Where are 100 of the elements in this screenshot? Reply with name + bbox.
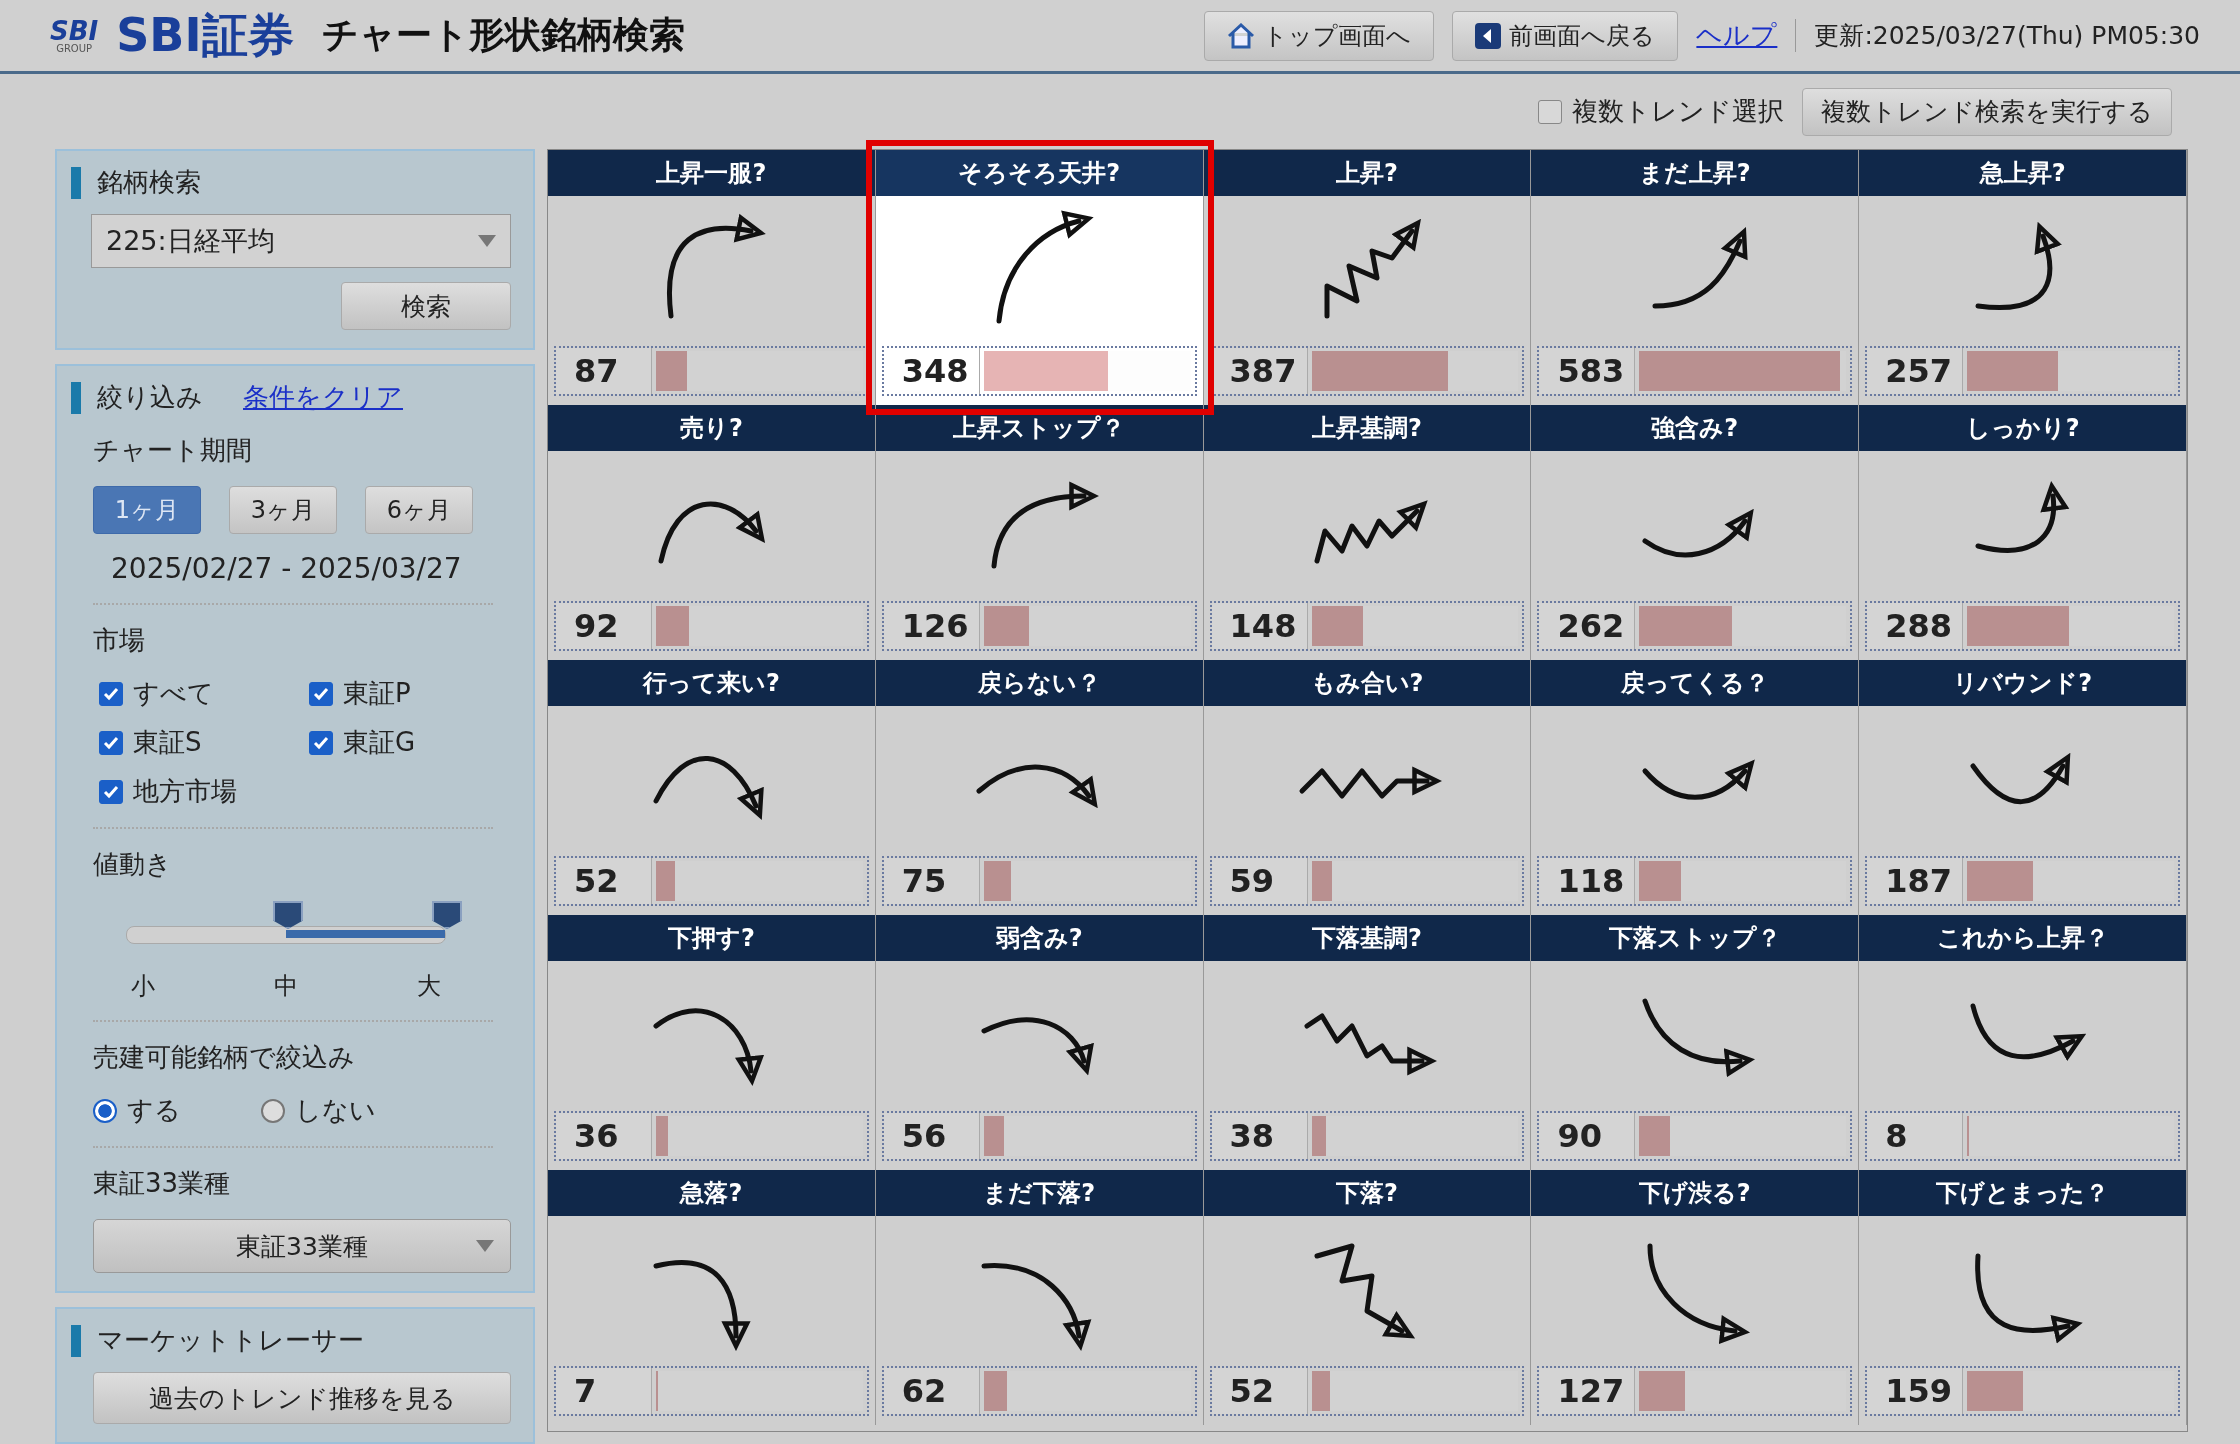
match-count: 262: [1539, 603, 1636, 649]
checkbox[interactable]: [99, 681, 123, 706]
match-count: 90: [1539, 1113, 1636, 1159]
dropdown-caret-icon: [476, 1240, 494, 1252]
pattern-card[interactable]: これから上昇？ 8: [1859, 915, 2187, 1170]
match-count: 59: [1211, 858, 1308, 904]
pattern-title: 上昇ストップ？: [875, 405, 1203, 451]
pattern-card[interactable]: 上昇? 387: [1203, 150, 1532, 405]
heading-marker-icon: [71, 166, 81, 199]
checkbox[interactable]: [309, 730, 333, 755]
pattern-card[interactable]: 売り? 92: [548, 405, 876, 660]
trend-arrow-icon: [1970, 1003, 2084, 1060]
date-range: 2025/02/27 - 2025/03/27: [111, 552, 463, 585]
pattern-title: 弱含み?: [875, 915, 1203, 961]
updated-time: 更新:2025/03/27(Thu) PM05:30: [1795, 19, 2200, 53]
pattern-card[interactable]: 行って来い? 52: [548, 660, 876, 915]
pattern-card[interactable]: 下落基調? 38: [1203, 915, 1532, 1170]
pattern-card[interactable]: 強含み? 262: [1531, 405, 1860, 660]
match-count: 583: [1539, 348, 1636, 394]
section-label: 値動き: [93, 848, 173, 881]
pattern-card[interactable]: 上昇基調? 148: [1203, 405, 1532, 660]
pattern-title: 戻ってくる？: [1531, 660, 1859, 706]
radio-button[interactable]: [93, 1098, 117, 1123]
pattern-title: 下落基調?: [1203, 915, 1531, 961]
stock-select[interactable]: 225:日経平均: [91, 214, 511, 268]
pattern-card[interactable]: リバウンド? 187: [1859, 660, 2187, 915]
checkmark-icon: [313, 735, 329, 750]
trend-arrow-icon: [991, 483, 1097, 569]
match-count: 257: [1867, 348, 1964, 394]
panel-title: 絞り込み: [97, 381, 203, 414]
slider-handle[interactable]: [432, 901, 462, 929]
match-count: 56: [883, 1113, 980, 1159]
pattern-title: 下押す?: [548, 915, 875, 961]
period-tab[interactable]: 3ヶ月: [229, 486, 337, 534]
search-button[interactable]: 検索: [341, 282, 511, 330]
trend-history-button[interactable]: 過去のトレンド推移を見る: [93, 1372, 511, 1424]
run-search-button[interactable]: 複数トレンド検索を実行する: [1802, 87, 2172, 136]
pattern-title: 戻らない？: [875, 660, 1203, 706]
period-tab[interactable]: 6ヶ月: [365, 486, 473, 534]
panel-title: 銘柄検索: [97, 166, 201, 199]
slider-tick-label: 小: [130, 971, 156, 1002]
trend-arrow-icon: [981, 1263, 1090, 1349]
pattern-card[interactable]: しっかり? 288: [1859, 405, 2187, 660]
trend-arrow-icon: [667, 215, 764, 319]
match-count: 126: [883, 603, 980, 649]
home-button[interactable]: トップ画面へ: [1204, 10, 1435, 61]
match-count: 36: [556, 1113, 652, 1159]
pattern-card[interactable]: まだ下落? 62: [875, 1170, 1204, 1425]
pattern-card[interactable]: 下げとまった？ 159: [1859, 1170, 2187, 1425]
panel-title: マーケットトレーサー: [97, 1324, 364, 1357]
pattern-card[interactable]: 下押す? 36: [548, 915, 876, 1170]
section-label: 東証33業種: [93, 1167, 232, 1200]
pattern-title: リバウンド?: [1859, 660, 2186, 706]
pattern-card[interactable]: 急上昇? 257: [1859, 150, 2187, 405]
radio-button[interactable]: [261, 1098, 285, 1123]
checkbox[interactable]: [1538, 99, 1562, 124]
match-count: 118: [1539, 858, 1636, 904]
pattern-title: 下落?: [1203, 1170, 1531, 1216]
trend-arrow-icon: [981, 1017, 1093, 1073]
checkbox[interactable]: [99, 730, 123, 755]
pattern-card[interactable]: 戻ってくる？ 118: [1531, 660, 1860, 915]
back-button[interactable]: 前画面へ戻る: [1452, 10, 1679, 61]
pattern-title: もみ合い?: [1203, 660, 1531, 706]
match-count: 87: [556, 348, 652, 394]
slider-handle[interactable]: [273, 901, 303, 929]
checkbox[interactable]: [309, 681, 333, 706]
pattern-card[interactable]: 下落? 52: [1203, 1170, 1532, 1425]
sector-select[interactable]: 東証33業種: [93, 1219, 511, 1273]
pattern-card[interactable]: 戻らない？ 75: [875, 660, 1204, 915]
pattern-card[interactable]: 下げ渋る? 127: [1531, 1170, 1860, 1425]
match-count: 7: [556, 1368, 652, 1414]
match-count: 75: [883, 858, 980, 904]
trend-arrow-icon: [976, 764, 1098, 806]
help-link[interactable]: ヘルプ: [1696, 18, 1778, 54]
trend-arrow-icon: [1647, 1243, 1747, 1343]
pattern-card[interactable]: 上昇一服? 87: [548, 150, 876, 405]
pattern-card[interactable]: まだ上昇? 583: [1531, 150, 1860, 405]
match-count: 52: [556, 858, 652, 904]
trend-arrow-icon: [1314, 501, 1427, 564]
pattern-card[interactable]: 下落ストップ？ 90: [1531, 915, 1860, 1170]
checkmark-icon: [103, 735, 119, 750]
trend-arrow-icon: [653, 1008, 763, 1084]
checkbox-label: 東証G: [343, 726, 416, 759]
pattern-title: 強含み?: [1531, 405, 1859, 451]
pattern-title: 下げ渋る?: [1531, 1170, 1859, 1216]
match-count: 187: [1867, 858, 1964, 904]
period-tab[interactable]: 1ヶ月: [93, 486, 201, 534]
checkbox[interactable]: [99, 779, 123, 804]
dropdown-caret-icon: [478, 235, 496, 247]
pattern-card[interactable]: 弱含み? 56: [875, 915, 1204, 1170]
section-label: 市場: [93, 624, 146, 657]
pattern-card[interactable]: 上昇ストップ？ 126: [875, 405, 1204, 660]
pattern-title: そろそろ天井?: [875, 150, 1203, 196]
clear-conditions-link[interactable]: 条件をクリア: [243, 380, 403, 415]
match-count: 92: [556, 603, 652, 649]
section-label: 売建可能銘柄で絞込み: [93, 1041, 356, 1074]
trend-arrow-icon: [653, 1260, 750, 1349]
pattern-title: 下落ストップ？: [1531, 915, 1859, 961]
pattern-card[interactable]: もみ合い? 59: [1203, 660, 1532, 915]
pattern-card[interactable]: 急落? 7: [548, 1170, 876, 1425]
